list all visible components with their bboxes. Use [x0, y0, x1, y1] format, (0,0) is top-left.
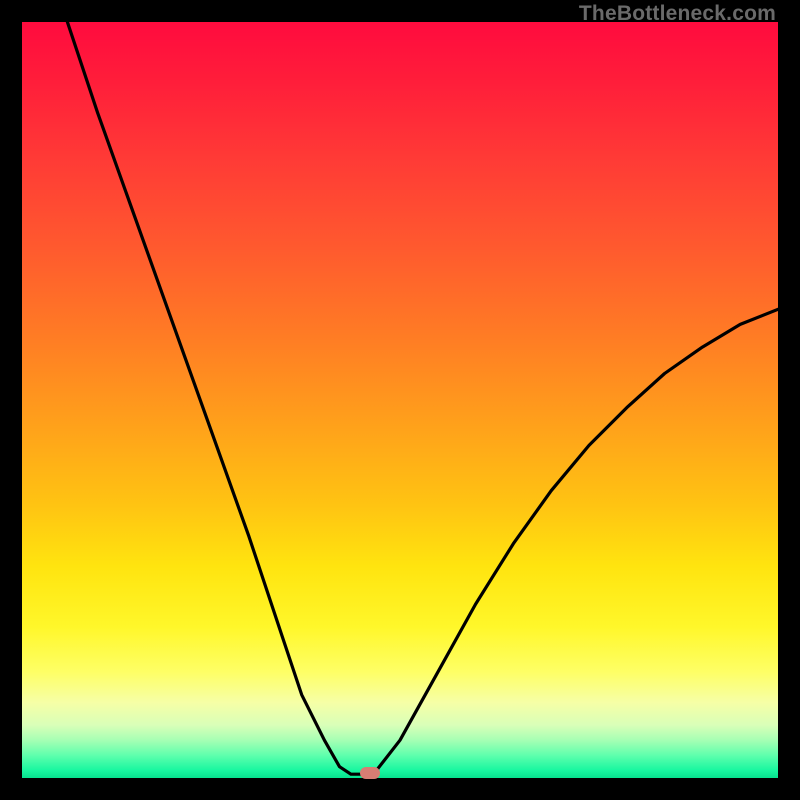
bottleneck-curve — [22, 22, 778, 778]
plot-area — [22, 22, 778, 778]
chart-frame: TheBottleneck.com — [0, 0, 800, 800]
curve-path — [67, 22, 778, 774]
optimal-point-marker — [360, 767, 380, 779]
